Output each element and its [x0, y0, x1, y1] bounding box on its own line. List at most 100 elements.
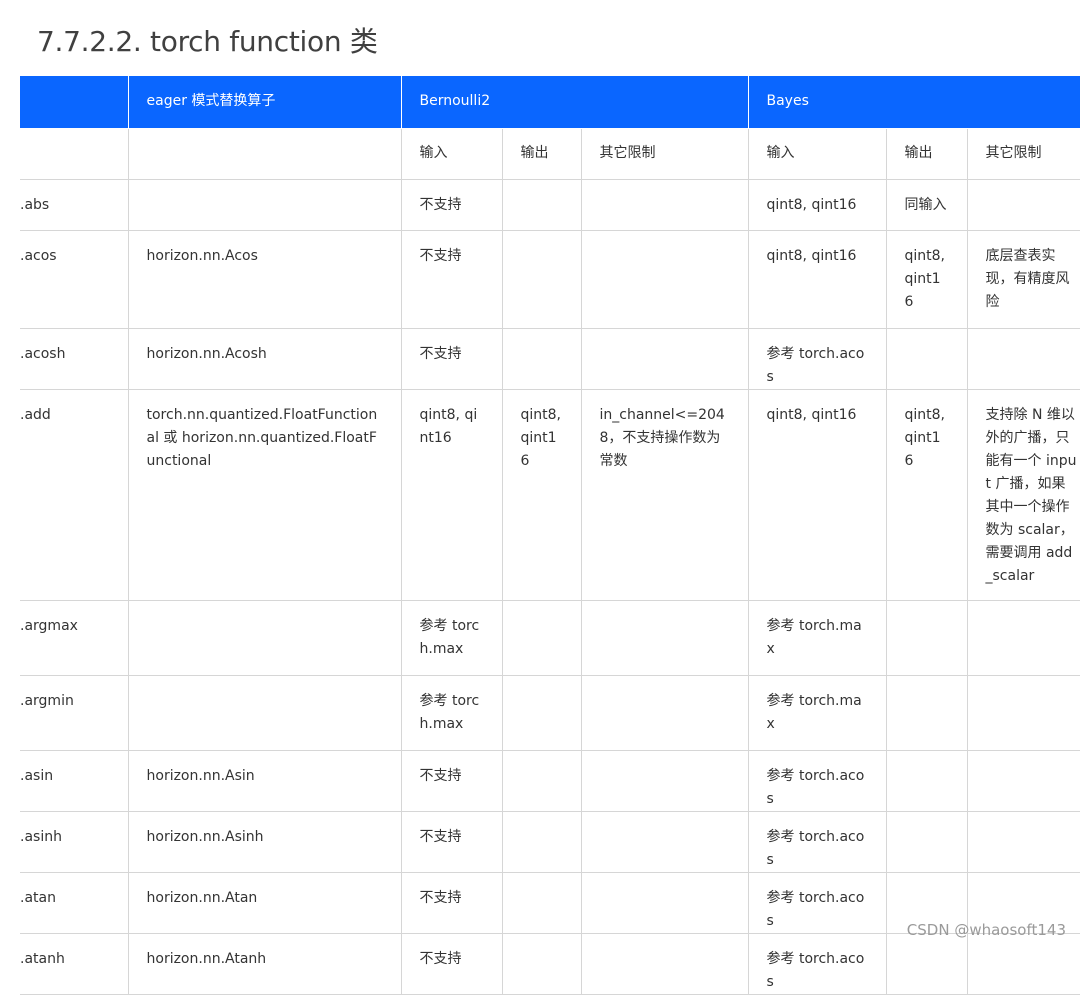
bayes-output-cell [885, 674, 968, 751]
subheader-cell-bernoulli-limit: 其它限制 [580, 127, 749, 180]
bayes-limit-cell [966, 327, 1080, 390]
header-cell-bernoulli: Bernoulli2 [400, 76, 749, 129]
bernoulli-input-cell: 不支持 [400, 178, 503, 231]
page-title: 7.7.2.2. torch function 类 [37, 25, 378, 58]
subheader-cell-bernoulli-output: 输出 [501, 127, 582, 180]
bernoulli-output-cell [501, 178, 582, 231]
subheader-cell-bayes-output: 输出 [885, 127, 968, 180]
bayes-output-cell: qint8, qint16 [885, 388, 968, 601]
eager-op-cell [127, 674, 402, 751]
table-row: .add torch.nn.quantized.FloatFunctional 或… [20, 388, 1080, 601]
bernoulli-input-cell: 不支持 [400, 810, 503, 873]
bernoulli-limit-cell [580, 810, 749, 873]
bernoulli-input-cell: 不支持 [400, 229, 503, 329]
eager-op-cell: horizon.nn.Atanh [127, 932, 402, 995]
bernoulli-limit-cell: in_channel<=2048，不支持操作数为常数 [580, 388, 749, 601]
bernoulli-limit-cell [580, 327, 749, 390]
bayes-input-cell: qint8, qint16 [747, 388, 887, 601]
operator-name-cell: .acos [20, 229, 129, 329]
bernoulli-input-cell: 参考 torch.max [400, 674, 503, 751]
bayes-output-cell: 同输入 [885, 178, 968, 231]
bayes-output-cell [885, 599, 968, 676]
operator-name-cell: .add [20, 388, 129, 601]
bernoulli-output-cell [501, 327, 582, 390]
bernoulli-limit-cell [580, 599, 749, 676]
bernoulli-output-cell [501, 871, 582, 934]
bayes-output-cell [885, 932, 968, 995]
bayes-limit-cell [966, 674, 1080, 751]
table-row: .acos horizon.nn.Acos 不支持 qint8, qint16 qint… [20, 229, 1080, 329]
table-row: .atanh horizon.nn.Atanh 不支持 参考 torch.acos [20, 932, 1080, 995]
table-row: .argmax 参考 torch.max 参考 torch.max [20, 599, 1080, 676]
bernoulli-limit-cell [580, 674, 749, 751]
bernoulli-limit-cell [580, 871, 749, 934]
table-row: .abs 不支持 qint8, qint16 同输入 [20, 178, 1080, 231]
bernoulli-limit-cell [580, 749, 749, 812]
bernoulli-limit-cell [580, 229, 749, 329]
bernoulli-input-cell: 不支持 [400, 749, 503, 812]
bernoulli-limit-cell [580, 178, 749, 231]
bayes-limit-cell [966, 932, 1080, 995]
bayes-input-cell: qint8, qint16 [747, 229, 887, 329]
bayes-limit-cell [966, 178, 1080, 231]
eager-op-cell: horizon.nn.Asin [127, 749, 402, 812]
table-row: .asin horizon.nn.Asin 不支持 参考 torch.acos [20, 749, 1080, 812]
bernoulli-input-cell: qint8, qint16 [400, 388, 503, 601]
bayes-input-cell: 参考 torch.acos [747, 749, 887, 812]
eager-op-cell [127, 178, 402, 231]
bernoulli-output-cell [501, 674, 582, 751]
bayes-limit-cell [966, 810, 1080, 873]
subheader-cell-empty [20, 127, 129, 180]
bayes-input-cell: 参考 torch.acos [747, 871, 887, 934]
bernoulli-limit-cell [580, 932, 749, 995]
bayes-input-cell: qint8, qint16 [747, 178, 887, 231]
bernoulli-output-cell: qint8, qint16 [501, 388, 582, 601]
subheader-cell-empty [127, 127, 402, 180]
eager-op-cell: horizon.nn.Acosh [127, 327, 402, 390]
header-cell-eager: eager 模式替换算子 [127, 76, 402, 129]
operator-name-cell: .asin [20, 749, 129, 812]
bayes-limit-cell: 支持除 N 维以外的广播，只能有一个 input 广播，如果其中一个操作数为 s… [966, 388, 1080, 601]
subheader-cell-bayes-input: 输入 [747, 127, 887, 180]
bayes-output-cell: qint8, qint16 [885, 229, 968, 329]
subheader-cell-bernoulli-input: 输入 [400, 127, 503, 180]
bernoulli-output-cell [501, 599, 582, 676]
bayes-input-cell: 参考 torch.max [747, 674, 887, 751]
table-header-row: eager 模式替换算子 Bernoulli2 Bayes [20, 76, 1080, 129]
operator-support-table: eager 模式替换算子 Bernoulli2 Bayes 输入 输出 其它限制… [20, 76, 1080, 995]
eager-op-cell: horizon.nn.Atan [127, 871, 402, 934]
bernoulli-output-cell [501, 749, 582, 812]
bernoulli-output-cell [501, 229, 582, 329]
bayes-limit-cell: 底层查表实现，有精度风险 [966, 229, 1080, 329]
bayes-limit-cell [966, 749, 1080, 812]
bayes-output-cell [885, 749, 968, 812]
table-subheader-row: 输入 输出 其它限制 输入 输出 其它限制 [20, 127, 1080, 180]
watermark: CSDN @whaosoft143 [906, 921, 1066, 939]
table-row: .asinh horizon.nn.Asinh 不支持 参考 torch.acos [20, 810, 1080, 873]
bernoulli-input-cell: 不支持 [400, 932, 503, 995]
operator-name-cell: .atan [20, 871, 129, 934]
bayes-output-cell [885, 810, 968, 873]
operator-name-cell: .acosh [20, 327, 129, 390]
bernoulli-output-cell [501, 932, 582, 995]
operator-name-cell: .argmax [20, 599, 129, 676]
bernoulli-input-cell: 参考 torch.max [400, 599, 503, 676]
bayes-output-cell [885, 327, 968, 390]
bayes-limit-cell [966, 599, 1080, 676]
operator-name-cell: .abs [20, 178, 129, 231]
bayes-input-cell: 参考 torch.max [747, 599, 887, 676]
eager-op-cell: torch.nn.quantized.FloatFunctional 或 hor… [127, 388, 402, 601]
table-row: .argmin 参考 torch.max 参考 torch.max [20, 674, 1080, 751]
operator-name-cell: .atanh [20, 932, 129, 995]
eager-op-cell: horizon.nn.Asinh [127, 810, 402, 873]
eager-op-cell: horizon.nn.Acos [127, 229, 402, 329]
bernoulli-input-cell: 不支持 [400, 327, 503, 390]
operator-name-cell: .argmin [20, 674, 129, 751]
bayes-input-cell: 参考 torch.acos [747, 932, 887, 995]
table-row: .acosh horizon.nn.Acosh 不支持 参考 torch.acos [20, 327, 1080, 390]
header-cell-operator [20, 76, 129, 129]
eager-op-cell [127, 599, 402, 676]
header-cell-bayes: Bayes [747, 76, 1080, 129]
bayes-input-cell: 参考 torch.acos [747, 327, 887, 390]
bernoulli-input-cell: 不支持 [400, 871, 503, 934]
